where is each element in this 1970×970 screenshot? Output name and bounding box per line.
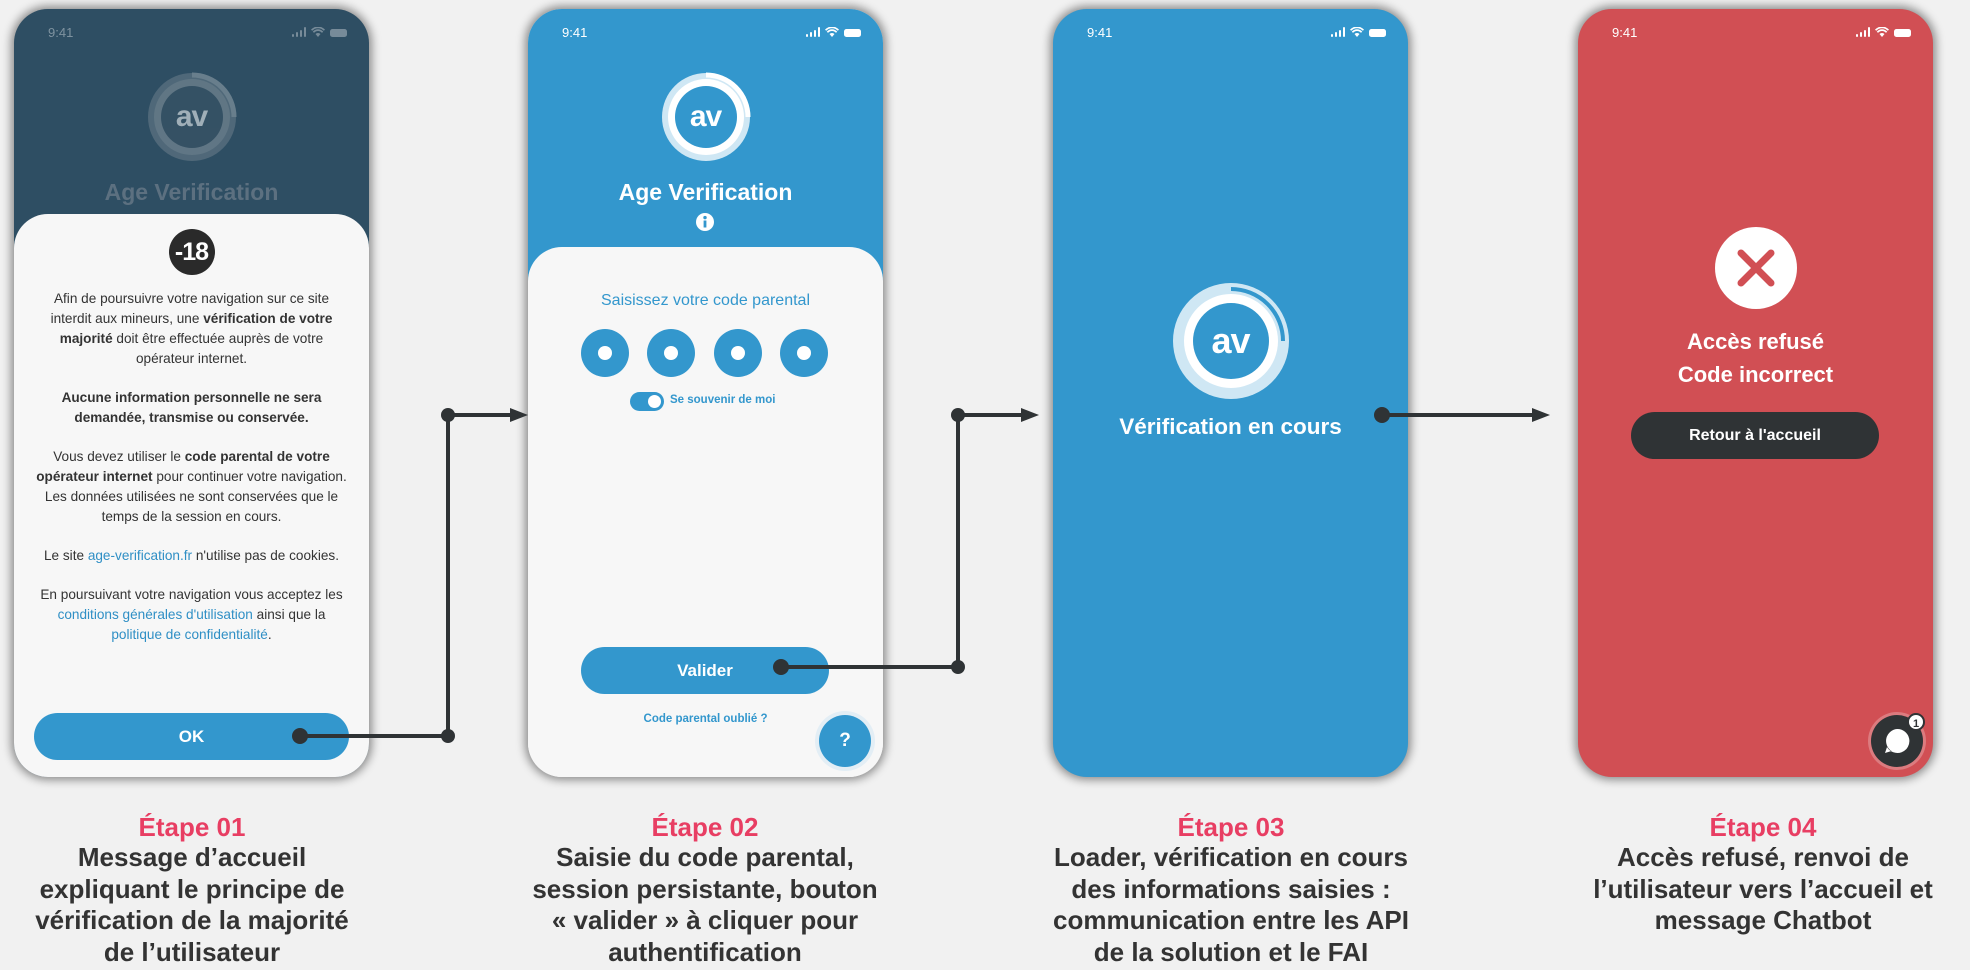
app-logo: av: [144, 69, 240, 165]
step-description: Loader, vérification en cours des informa…: [1053, 842, 1409, 967]
logo-text: av: [674, 86, 737, 148]
arrowhead-icon: [510, 408, 528, 422]
incorrect-code-text: Code incorrect: [1677, 362, 1834, 387]
wifi-icon: [1875, 27, 1889, 37]
battery-icon: [844, 29, 861, 37]
step-caption-4: Étape 04 Accès refusé, renvoi de l’utilis…: [1563, 812, 1963, 937]
step-description: Message d’accueil expliquant le principe …: [35, 842, 349, 967]
parental-code-paragraph: Vous devez utiliser le code parental de …: [36, 449, 347, 524]
status-bar: 9:41: [1578, 23, 1933, 45]
signal-icon: [1330, 27, 1345, 37]
chat-bubble-icon: [1885, 728, 1910, 753]
signal-icon: [291, 27, 306, 37]
help-button[interactable]: ?: [819, 715, 871, 767]
chat-notification-badge: 1: [1907, 713, 1925, 731]
step-description: Saisie du code parental, session persista…: [532, 842, 878, 967]
site-link[interactable]: age-verification.fr: [88, 548, 192, 563]
code-prompt: Saisissez votre code parental: [601, 292, 810, 309]
logo-text: av: [160, 86, 223, 148]
step-number: Étape 04: [1709, 812, 1817, 842]
remember-toggle[interactable]: [630, 392, 664, 411]
status-time: 9:41: [562, 25, 588, 40]
access-denied-title: Accès refusé: [1687, 329, 1824, 354]
wifi-icon: [1350, 27, 1364, 37]
code-digit-3[interactable]: [714, 329, 762, 377]
terms-paragraph: En poursuivant votre navigation vous acc…: [40, 587, 343, 642]
status-bar: 9:41: [14, 23, 369, 45]
wifi-icon: [825, 27, 839, 37]
code-digit-1[interactable]: [581, 329, 629, 377]
step-caption-2: Étape 02 Saisie du code parental, session…: [505, 812, 905, 968]
terms-link[interactable]: conditions générales d'utilisation: [58, 607, 253, 622]
status-bar: 9:41: [1053, 23, 1408, 45]
chatbot-button[interactable]: 1: [1871, 713, 1925, 767]
app-title: Age Verification: [618, 179, 793, 205]
phone-screen-welcome: 9:41 av Age Verification -18 Afin de pou…: [14, 9, 369, 777]
info-icon[interactable]: [695, 212, 715, 232]
status-time: 9:41: [1612, 25, 1638, 40]
app-logo: av: [658, 69, 754, 165]
privacy-paragraph: Aucune information personnelle ne sera d…: [61, 390, 322, 425]
phone-screen-code-entry: 9:41 av Age Verification Saisissez votre…: [528, 9, 883, 777]
age-modal: -18 Afin de poursuivre votre navigation …: [14, 214, 369, 777]
step-number: Étape 01: [138, 812, 246, 842]
loading-status: Vérification en cours: [1119, 414, 1342, 439]
ok-button[interactable]: OK: [34, 713, 349, 760]
remember-label: Se souvenir de moi: [670, 394, 776, 406]
status-time: 9:41: [48, 25, 74, 40]
logo-text: av: [1192, 303, 1269, 379]
arrowhead-icon: [1532, 408, 1550, 422]
status-time: 9:41: [1087, 25, 1113, 40]
battery-icon: [1894, 29, 1911, 37]
modal-body: Afin de poursuivre votre navigation sur …: [32, 289, 351, 664]
status-bar: 9:41: [528, 23, 883, 45]
app-title: Age Verification: [104, 179, 279, 205]
step-number: Étape 02: [651, 812, 759, 842]
arrowhead-icon: [1021, 408, 1039, 422]
wifi-icon: [311, 27, 325, 37]
battery-icon: [330, 29, 347, 37]
signal-icon: [805, 27, 820, 37]
step-description: Accès refusé, renvoi de l’utilisateur ver…: [1593, 842, 1933, 935]
signal-icon: [1855, 27, 1870, 37]
code-digit-2[interactable]: [647, 329, 695, 377]
validate-button[interactable]: Valider: [581, 647, 829, 694]
phone-screen-denied: 9:41 Accès refusé Code incorrect Retour …: [1578, 9, 1933, 777]
step-caption-3: Étape 03 Loader, vérification en cours de…: [1031, 812, 1431, 968]
back-home-button[interactable]: Retour à l'accueil: [1631, 412, 1879, 459]
phone-screen-loading: 9:41 av Vérification en cours: [1053, 9, 1408, 777]
intro-paragraph: Afin de poursuivre votre navigation sur …: [50, 291, 333, 366]
minus-18-badge: -18: [168, 229, 215, 275]
loader-logo: av: [1171, 281, 1291, 401]
code-digit-4[interactable]: [780, 329, 828, 377]
code-sheet: Saisissez votre code parental Se souveni…: [528, 247, 883, 777]
privacy-policy-link[interactable]: politique de confidentialité: [111, 627, 267, 642]
step-caption-1: Étape 01 Message d’accueil expliquant le …: [0, 812, 392, 968]
cookies-paragraph: Le site age-verification.fr n'utilise pa…: [43, 548, 340, 563]
battery-icon: [1369, 29, 1386, 37]
error-x-icon: [1715, 227, 1797, 309]
step-number: Étape 03: [1177, 812, 1285, 842]
